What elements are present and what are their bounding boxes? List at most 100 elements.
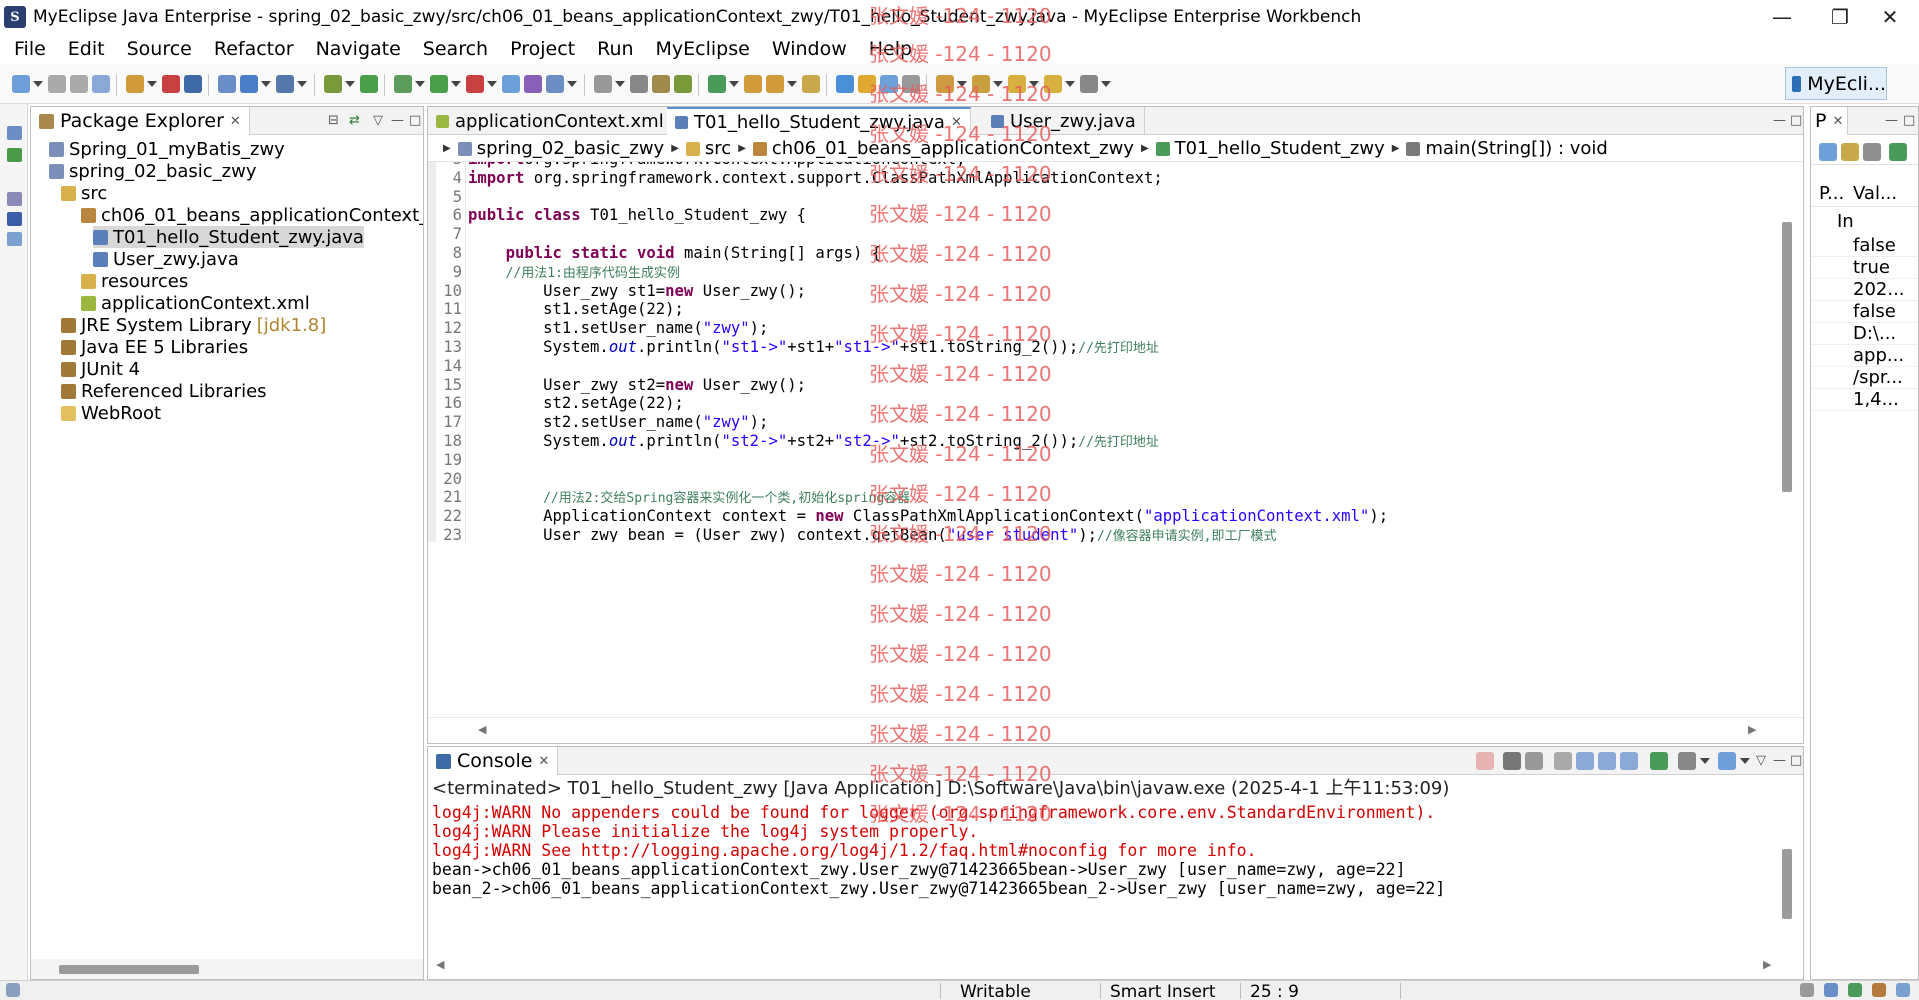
code-line[interactable]: 16 st2.setAge(22); [428, 394, 1803, 413]
terminal-icon[interactable] [594, 75, 612, 93]
value-column-header[interactable]: Val... [1853, 183, 1897, 204]
save-icon[interactable] [48, 75, 66, 93]
menu-run[interactable]: Run [586, 34, 644, 64]
git-icon[interactable] [708, 75, 726, 93]
property-column-header[interactable]: P... [1819, 183, 1849, 204]
editor-tab[interactable]: applicationContext.xml [428, 107, 673, 135]
tree-item[interactable]: WebRoot [61, 402, 161, 424]
code-line[interactable]: 21 //用法2:交给Spring容器来实例化一个类,初始化spring容器 [428, 488, 1803, 507]
editor-vscrollbar[interactable] [1773, 162, 1803, 542]
breadcrumb-item[interactable]: spring_02_basic_zwy [477, 138, 665, 159]
maximize-view-icon[interactable]: □ [409, 113, 421, 128]
collapse-all-icon[interactable]: ⊟ [328, 113, 339, 128]
scroll-left-icon[interactable]: ◀ [436, 958, 444, 971]
servers-view-icon[interactable] [7, 212, 22, 226]
code-line[interactable]: 7 [428, 225, 1803, 244]
link-with-editor-icon[interactable]: ⇄ [349, 113, 360, 128]
chevron-down-icon[interactable] [1101, 81, 1111, 87]
maximize-view-icon[interactable]: □ [1790, 753, 1802, 768]
chevron-down-icon[interactable] [1700, 758, 1710, 764]
pin-console-icon[interactable] [1650, 752, 1668, 770]
scrollbar-thumb[interactable] [1782, 849, 1792, 919]
minimize-view-icon[interactable]: — [391, 113, 404, 128]
chevron-down-icon[interactable] [451, 81, 461, 87]
property-row[interactable]: 1,4... [1811, 389, 1918, 411]
bookmark-icon[interactable] [744, 75, 762, 93]
property-row[interactable]: true [1811, 257, 1918, 279]
remove-all-terminated-icon[interactable] [1525, 752, 1543, 770]
chevron-down-icon[interactable] [33, 81, 43, 87]
editor-tab[interactable]: User_zwy.java [983, 107, 1145, 135]
chevron-down-icon[interactable] [147, 81, 157, 87]
maximize-view-icon[interactable]: □ [1903, 113, 1915, 128]
outline-view-icon[interactable] [7, 232, 22, 246]
categories-icon[interactable] [1819, 143, 1837, 161]
clear-console-icon[interactable] [1554, 752, 1572, 770]
tree-item[interactable]: resources [81, 270, 188, 292]
package-icon[interactable] [652, 75, 670, 93]
edit-icon[interactable] [766, 75, 784, 93]
chevron-down-icon[interactable] [787, 81, 797, 87]
tree-item[interactable]: Spring_01_myBatis_zwy [49, 138, 285, 160]
code-line[interactable]: 11 st1.setAge(22); [428, 300, 1803, 319]
restore-default-icon[interactable] [1863, 143, 1881, 161]
view-menu-icon[interactable]: ▽ [1756, 753, 1766, 768]
breadcrumb-item[interactable]: src [705, 138, 731, 159]
forward-icon[interactable] [1044, 75, 1062, 93]
status-network-icon[interactable] [1824, 983, 1838, 997]
code-line[interactable]: 20 [428, 470, 1803, 489]
menu-help[interactable]: Help [858, 34, 923, 64]
block-icon[interactable] [880, 75, 898, 93]
scrollbar-thumb[interactable] [1782, 222, 1792, 492]
property-row[interactable]: false [1811, 235, 1918, 257]
next-annotation-icon[interactable] [936, 75, 954, 93]
breadcrumb-item[interactable]: ch06_01_beans_applicationContext_zwy [772, 138, 1134, 159]
tree-item[interactable]: ch06_01_beans_applicationContext_ [81, 204, 423, 226]
new-class-icon[interactable] [184, 75, 202, 93]
chevron-down-icon[interactable] [415, 81, 425, 87]
maximize-editor-icon[interactable]: □ [1790, 113, 1802, 128]
highlight-icon[interactable] [802, 75, 820, 93]
code-line[interactable]: 23 User_zwy bean = (User_zwy) context.ge… [428, 526, 1803, 542]
perspective-myeclipse-button[interactable]: MyEcli... [1785, 67, 1887, 100]
scrollbar-thumb[interactable] [59, 965, 199, 974]
code-area[interactable]: 3importorg.springframework.context.Appli… [428, 162, 1803, 542]
code-line[interactable]: 22 ApplicationContext context = new Clas… [428, 507, 1803, 526]
minimize-view-icon[interactable]: — [1773, 753, 1786, 768]
close-button[interactable]: ✕ [1860, 0, 1919, 34]
new-wizard-icon[interactable] [12, 75, 30, 93]
display-selected-console-icon[interactable] [1678, 752, 1696, 770]
chevron-down-icon[interactable] [567, 81, 577, 87]
property-row[interactable]: false [1811, 301, 1918, 323]
console-output[interactable]: log4j:WARN No appenders could be found f… [428, 799, 1803, 919]
run-external-icon[interactable] [430, 75, 448, 93]
word-wrap-icon[interactable] [1598, 752, 1616, 770]
restore-view-icon[interactable] [7, 126, 22, 140]
code-line[interactable]: 14 [428, 357, 1803, 376]
chevron-down-icon[interactable] [345, 81, 355, 87]
code-line[interactable]: 5 [428, 188, 1803, 207]
close-icon[interactable]: ✕ [951, 115, 962, 130]
code-line[interactable]: 17 st2.setUser_name("zwy"); [428, 413, 1803, 432]
code-line[interactable]: 12 st1.setUser_name("zwy"); [428, 319, 1803, 338]
terminate-icon[interactable] [1476, 752, 1494, 770]
scroll-lock-icon[interactable] [1576, 752, 1594, 770]
fast-view-icon[interactable] [6, 983, 20, 997]
chevron-down-icon[interactable] [1740, 758, 1750, 764]
toggle-mark-icon[interactable] [836, 75, 854, 93]
tree-item[interactable]: applicationContext.xml [81, 292, 310, 314]
code-line[interactable]: 18 System.out.println("st2->"+st2+"st2->… [428, 432, 1803, 451]
chevron-down-icon[interactable] [957, 81, 967, 87]
pin-icon[interactable] [1889, 143, 1907, 161]
task-icon[interactable] [630, 75, 648, 93]
tab-console[interactable]: Console ✕ [428, 747, 559, 775]
menu-myeclipse[interactable]: MyEclipse [645, 34, 761, 64]
stop-icon[interactable] [466, 75, 484, 93]
breadcrumb-item[interactable]: main(String[]) : void [1425, 138, 1607, 159]
chevron-down-icon[interactable] [729, 81, 739, 87]
open-task-icon[interactable] [240, 75, 258, 93]
new-ejb-icon[interactable] [162, 75, 180, 93]
property-row[interactable]: app... [1811, 345, 1918, 367]
new-webproject-icon[interactable] [126, 75, 144, 93]
open-type-icon[interactable] [218, 75, 236, 93]
